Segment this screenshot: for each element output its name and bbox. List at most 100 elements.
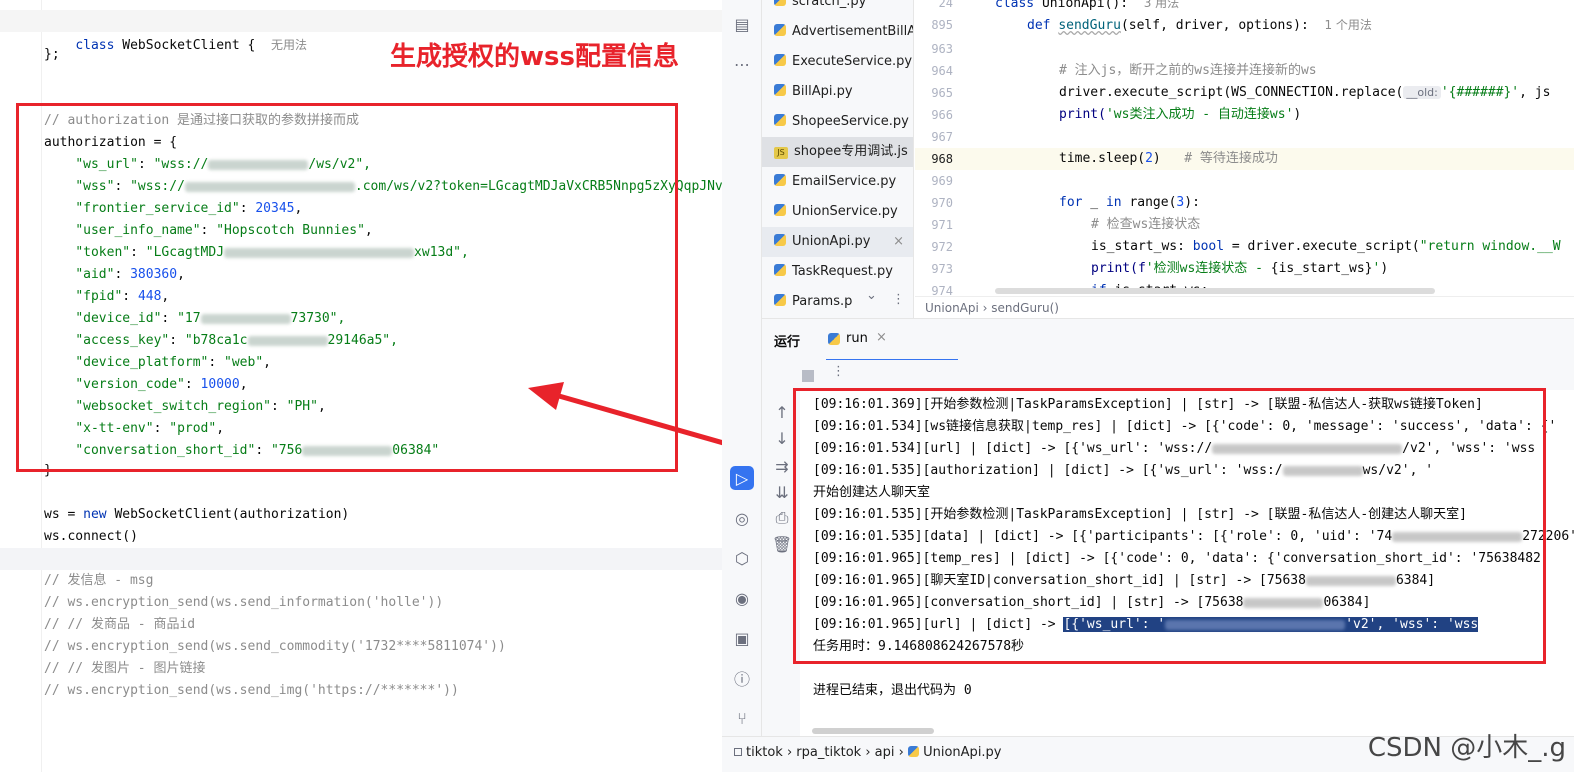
line-number: 973 [931, 262, 953, 276]
line-number: 24 [938, 0, 953, 10]
python-file-icon [774, 234, 786, 246]
comment-line: // // 发商品 - 商品id [44, 617, 196, 632]
python-packages-icon[interactable]: ⬡ [730, 546, 754, 570]
breadcrumb-method[interactable]: sendGuru() [991, 301, 1059, 315]
folder-icon [734, 748, 742, 756]
python-console-icon[interactable]: ◎ [730, 506, 754, 530]
file-item[interactable]: BillApi.py [774, 77, 913, 107]
line-number: 963 [931, 42, 953, 56]
print-icon[interactable]: ⎙ [770, 506, 794, 530]
file-item[interactable]: EmailService.py [774, 167, 913, 197]
python-file-icon [774, 264, 786, 276]
python-file-icon [774, 204, 786, 216]
python-file-icon [774, 0, 786, 6]
file-name: AdvertisementBillApi [792, 24, 913, 39]
line-number: 972 [931, 240, 953, 254]
file-name: ExecuteService.py [792, 54, 913, 69]
more-icon[interactable]: ⋯ [730, 52, 754, 76]
annotation-title: 生成授权的wss配置信息 [390, 42, 679, 72]
file-item[interactable]: TaskRequest.py [774, 257, 913, 287]
close-tab-icon[interactable]: × [876, 330, 887, 345]
side-toolbar: ▤ ⋯ ▷ ◎ ⬡ ◉ ▣ ⓘ ⑂ [722, 0, 762, 772]
comment-check: # 检查ws连接状态 [1091, 217, 1201, 232]
for-line: for _ in range(3): [1059, 195, 1200, 210]
chevron-down-icon[interactable]: ⌄ [866, 288, 877, 303]
soft-wrap-icon[interactable]: ⇉ [770, 454, 794, 478]
path-root[interactable]: tiktok [746, 745, 783, 760]
tab-run[interactable]: run × [826, 319, 958, 361]
line-number: 965 [931, 86, 953, 100]
class-line: class UnionApi(): 3 用法 [995, 0, 1180, 11]
python-file-icon [774, 294, 786, 306]
horizontal-scrollbar[interactable] [995, 288, 1435, 294]
more-options-icon[interactable]: ⋮ [892, 292, 905, 307]
right-code-editor[interactable]: 24 895 963 964 965 966 967 968 969 970 971 972 973 97… [915, 0, 1574, 318]
red-highlight-box-console [793, 388, 1546, 664]
git-icon[interactable]: ⑂ [730, 706, 754, 730]
path-2[interactable]: api [875, 745, 895, 760]
class-header-line: class WebSocketClient { 无用法 [75, 38, 308, 53]
is-start-line: is_start_ws: bool = driver.execute_scrip… [1091, 239, 1561, 254]
terminal-icon[interactable]: ▣ [730, 626, 754, 650]
run-panel-header: 运行 run × [762, 318, 1574, 361]
trash-icon[interactable]: 🗑 [770, 532, 794, 556]
python-file-icon [774, 114, 786, 126]
breadcrumb-class[interactable]: UnionApi [925, 301, 979, 315]
python-file-icon [774, 174, 786, 186]
python-file-icon [774, 24, 786, 36]
down-arrow-icon[interactable]: ↓ [770, 426, 794, 450]
file-name: EmailService.py [792, 174, 897, 189]
file-name: scratch_.py [792, 0, 867, 9]
file-item[interactable]: ShopeeService.py [774, 107, 913, 137]
run-config-name: run [846, 331, 868, 346]
line-number: 968 [931, 152, 953, 166]
scroll-end-icon[interactable]: ⇊ [770, 480, 794, 504]
up-arrow-icon[interactable]: ↑ [770, 400, 794, 424]
close-brace-line: }; [44, 47, 60, 62]
print2-line: print(f'检测ws连接状态 - {is_start_ws}') [1091, 261, 1389, 276]
close-file-icon[interactable]: × [893, 227, 904, 257]
problems-icon[interactable]: ⓘ [730, 666, 754, 690]
line-number: 895 [931, 18, 953, 32]
options-icon[interactable]: ⋮ [832, 364, 845, 379]
line-number: 967 [931, 130, 953, 144]
path-1[interactable]: rpa_tiktok [796, 745, 861, 760]
file-item[interactable]: UnionApi.py × [762, 227, 913, 257]
run-toolbar: ↻ ⋮ [776, 360, 1574, 390]
file-list: scratch_.py AdvertisementBillApi ExecuteSe… [762, 0, 914, 318]
file-item[interactable]: JS shopee专用调试.js [762, 137, 913, 167]
stop-icon[interactable] [802, 370, 814, 382]
services-icon[interactable]: ◉ [730, 586, 754, 610]
file-name: Params.p [792, 294, 853, 309]
line-number: 971 [931, 218, 953, 232]
path-file[interactable]: UnionApi.py [923, 745, 1001, 760]
file-item[interactable]: AdvertisementBillApi [774, 17, 913, 47]
console-line: 进程已结束，退出代码为 0 [813, 680, 972, 702]
file-item[interactable]: scratch_.py [774, 0, 913, 17]
comment-line: // 发信息 - msg [44, 573, 154, 588]
line-number: 969 [931, 174, 953, 188]
file-name: UnionApi.py [792, 234, 871, 249]
js-file-icon: JS [774, 147, 788, 159]
ws-new-line: ws = new WebSocketClient(authorization) [44, 507, 350, 522]
editor-breadcrumb: UnionApi › sendGuru() [915, 296, 1574, 318]
structure-icon[interactable]: ▤ [730, 12, 754, 36]
file-name: UnionService.py [792, 204, 898, 219]
python-file-icon [774, 54, 786, 66]
comment-line: // ws.encryption_send(ws.send_img('https… [44, 683, 459, 698]
console-scrollbar[interactable] [812, 728, 934, 734]
file-name: BillApi.py [792, 84, 853, 99]
file-item[interactable]: UnionService.py [774, 197, 913, 227]
run-icon[interactable]: ▷ [730, 466, 754, 490]
line-number: 970 [931, 196, 953, 210]
comment-line: // // 发图片 - 图片链接 [44, 661, 206, 676]
file-item[interactable]: ExecuteService.py [774, 47, 913, 77]
comment-line: // ws.encryption_send(ws.send_commodity(… [44, 639, 506, 654]
python-icon [828, 333, 840, 345]
python-file-icon [774, 84, 786, 96]
print1-line: print('ws类注入成功 - 自动连接ws') [1059, 107, 1302, 122]
file-name: shopee专用调试.js [794, 144, 908, 159]
comment-inject: # 注入js，断开之前的ws连接并连接新的ws [1059, 63, 1317, 78]
line-number: 966 [931, 108, 953, 122]
run-panel-title: 运行 [774, 335, 801, 350]
